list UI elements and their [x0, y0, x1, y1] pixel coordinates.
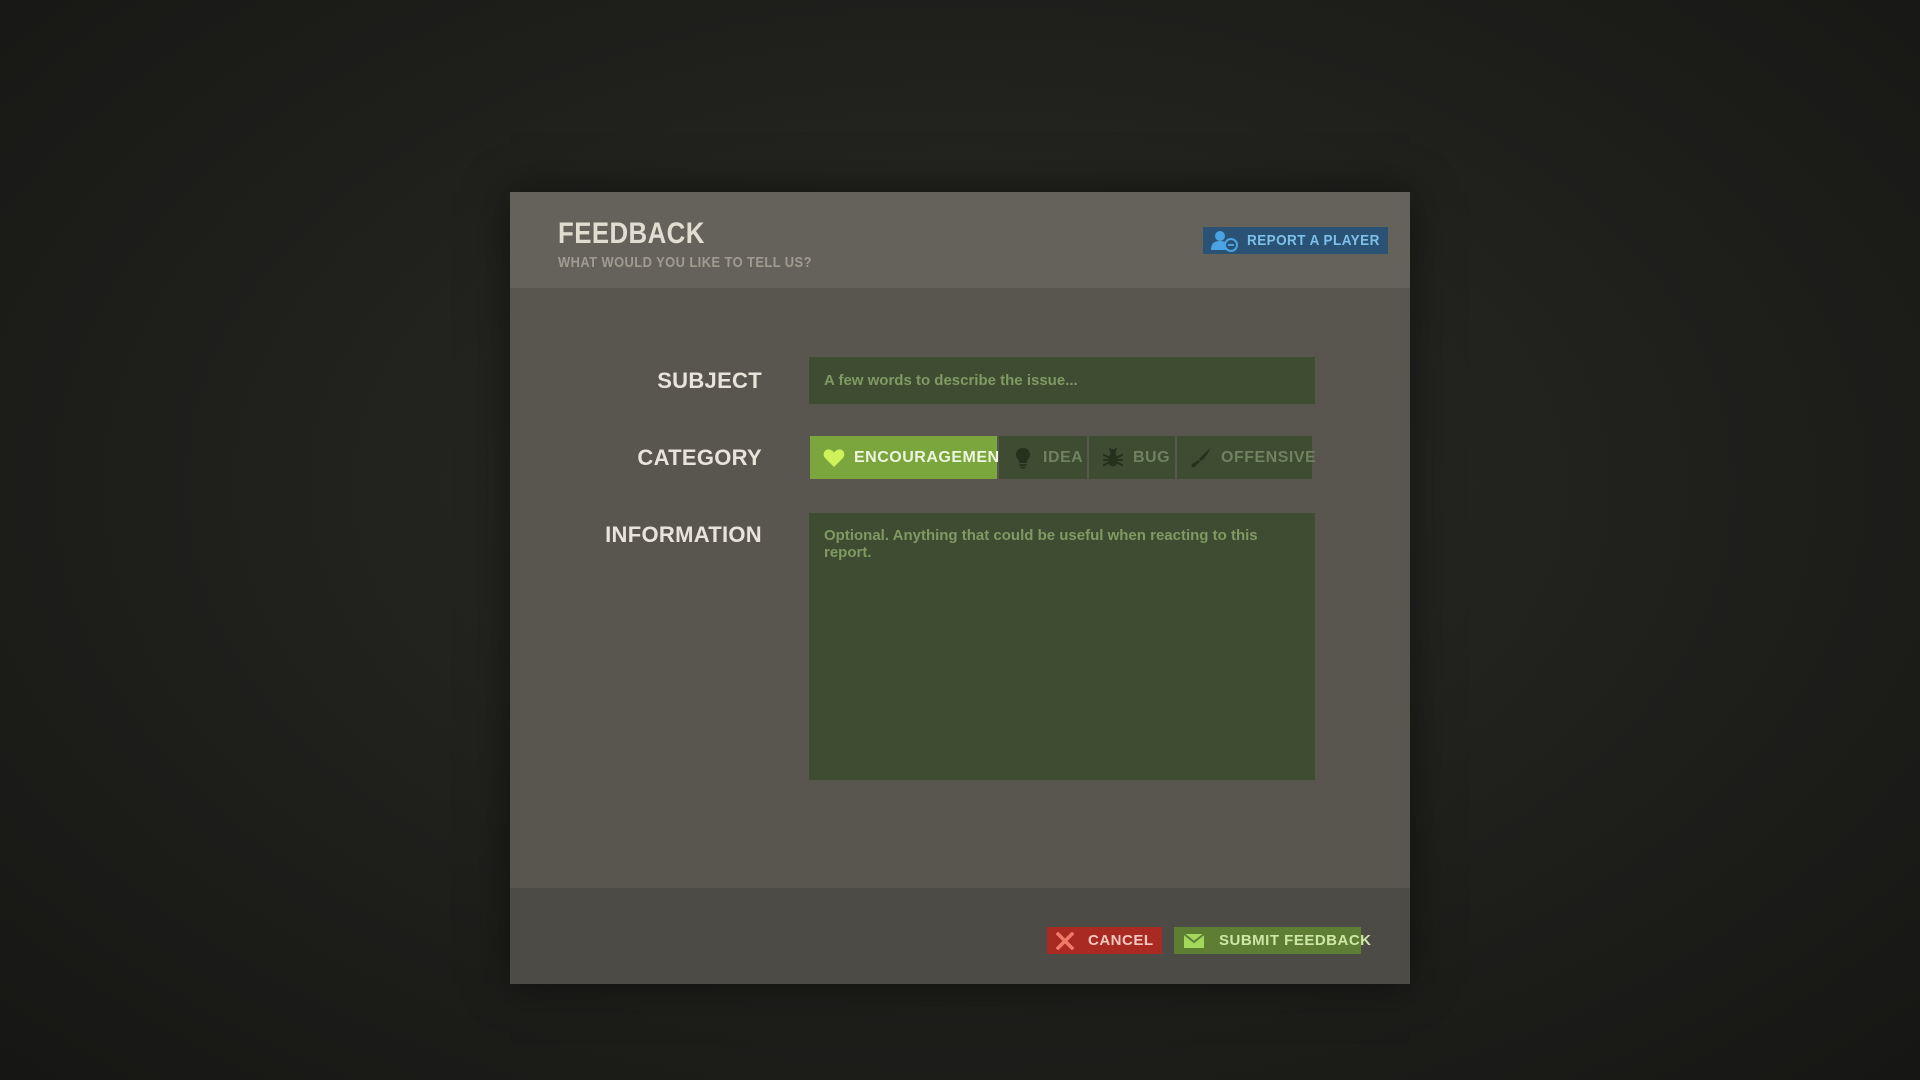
submit-feedback-button[interactable]: SUBMIT FEEDBACK — [1174, 927, 1371, 954]
subject-label: SUBJECT — [657, 368, 762, 393]
bug-icon — [1101, 446, 1125, 470]
feedback-dialog: FEEDBACK WHAT WOULD YOU LIKE TO TELL US?… — [510, 192, 1410, 984]
information-label: INFORMATION — [605, 522, 762, 547]
report-player-label: REPORT A PLAYER — [1247, 232, 1380, 249]
category-bug-label: BUG — [1133, 448, 1171, 466]
cancel-label: CANCEL — [1088, 932, 1154, 949]
dialog-subtitle: WHAT WOULD YOU LIKE TO TELL US? — [558, 254, 812, 271]
category-idea-label: IDEA — [1043, 448, 1084, 466]
report-player-button[interactable]: REPORT A PLAYER — [1203, 227, 1388, 254]
knife-icon — [1189, 446, 1213, 470]
dialog-title: FEEDBACK — [558, 217, 705, 250]
submit-feedback-label: SUBMIT FEEDBACK — [1219, 932, 1372, 949]
category-encouragement-button[interactable]: ENCOURAGEMENT — [810, 436, 1009, 479]
cancel-button[interactable]: CANCEL — [1047, 927, 1162, 954]
close-icon — [1055, 931, 1075, 950]
subject-input[interactable] — [809, 357, 1315, 404]
category-encouragement-label: ENCOURAGEMENT — [854, 448, 1010, 466]
category-bug-button[interactable]: BUG — [1089, 436, 1175, 479]
dialog-header: FEEDBACK WHAT WOULD YOU LIKE TO TELL US?… — [510, 192, 1410, 288]
user-report-icon — [1211, 230, 1239, 252]
category-selector: ENCOURAGEMENT IDEA BUG OFFENSIVE — [810, 436, 1316, 479]
heart-icon — [822, 446, 846, 470]
information-textarea[interactable] — [809, 513, 1315, 780]
category-offensive-label: OFFENSIVE — [1221, 448, 1317, 466]
lightbulb-icon — [1011, 446, 1035, 470]
dialog-footer: CANCEL SUBMIT FEEDBACK — [510, 888, 1410, 984]
category-idea-button[interactable]: IDEA — [999, 436, 1087, 479]
category-offensive-button[interactable]: OFFENSIVE — [1177, 436, 1316, 479]
envelope-icon — [1183, 932, 1205, 950]
category-label: CATEGORY — [637, 445, 762, 470]
